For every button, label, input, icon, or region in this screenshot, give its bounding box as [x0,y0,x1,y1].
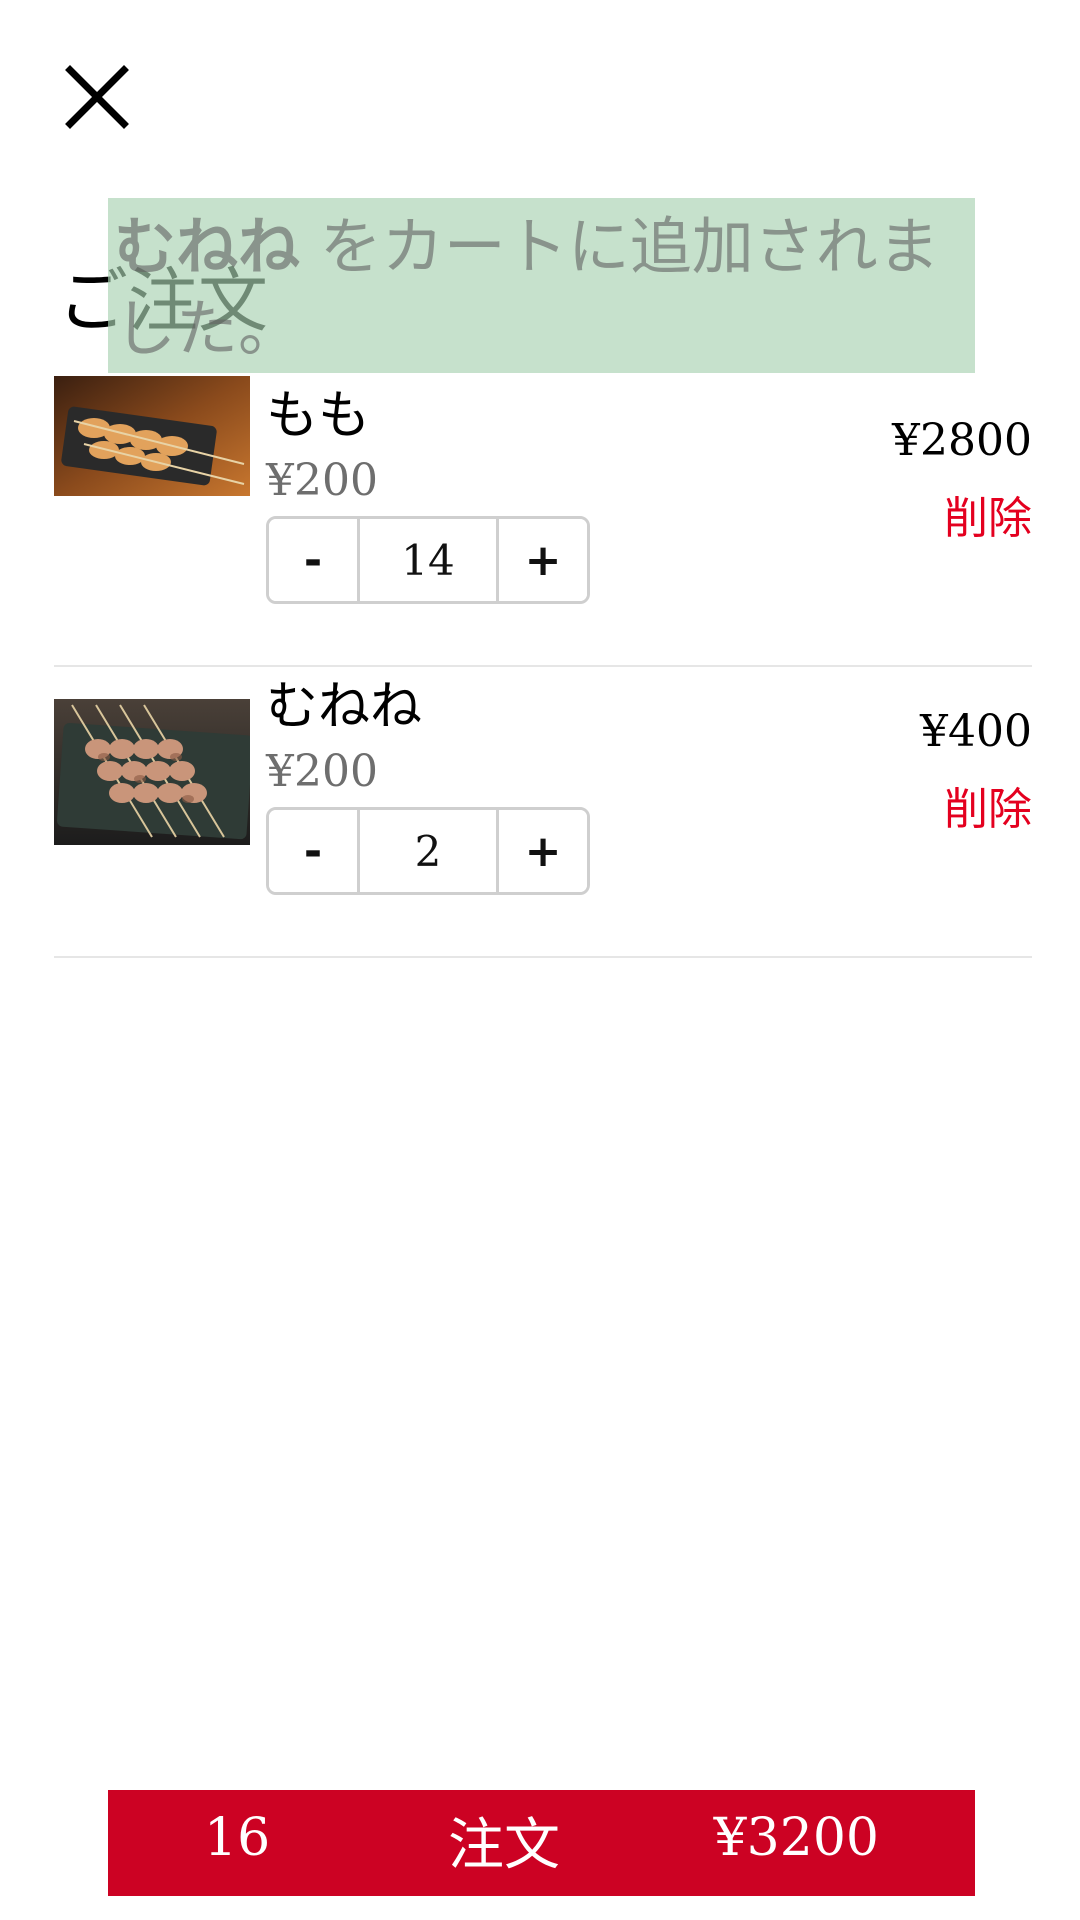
quantity-stepper: - 14 + [266,516,590,604]
checkout-button[interactable]: 16 注文 ¥3200 [108,1790,975,1896]
toast-item-name: むねね [114,210,301,283]
item-name: むねね [266,677,423,737]
checkout-label: 注文 [448,1813,560,1878]
quantity-value[interactable]: 14 [357,519,499,601]
increase-button[interactable]: + [499,810,587,892]
decrease-button[interactable]: - [269,519,357,601]
cart-total: ¥3200 [713,1808,879,1868]
increase-button[interactable]: + [499,519,587,601]
item-photo [54,376,250,496]
delete-button[interactable]: 削除 [944,494,1032,544]
quantity-stepper: - 2 + [266,807,590,895]
item-line-total: ¥400 [920,706,1032,757]
quantity-value[interactable]: 2 [357,810,499,892]
added-to-cart-toast: むねね をカートに追加されました。 [108,198,975,373]
decrease-button[interactable]: - [269,810,357,892]
item-photo [54,699,250,845]
cart-page: ご注文 むねね をカートに追加されました。 [0,0,1080,1920]
cart-item-row: むねね ¥200 - 2 + ¥400 削除 [54,667,1032,958]
item-unit-price: ¥200 [266,455,378,506]
close-button[interactable] [62,62,132,132]
item-unit-price: ¥200 [266,746,378,797]
item-line-total: ¥2800 [892,415,1032,466]
item-name: もも [266,386,371,446]
cart-item-count: 16 [204,1808,271,1868]
close-icon [65,65,129,129]
cart-item-row: もも ¥200 - 14 + ¥2800 削除 [54,376,1032,667]
delete-button[interactable]: 削除 [944,785,1032,835]
cart-list: もも ¥200 - 14 + ¥2800 削除 むねね ¥200 - 2 + ¥… [54,376,1032,958]
